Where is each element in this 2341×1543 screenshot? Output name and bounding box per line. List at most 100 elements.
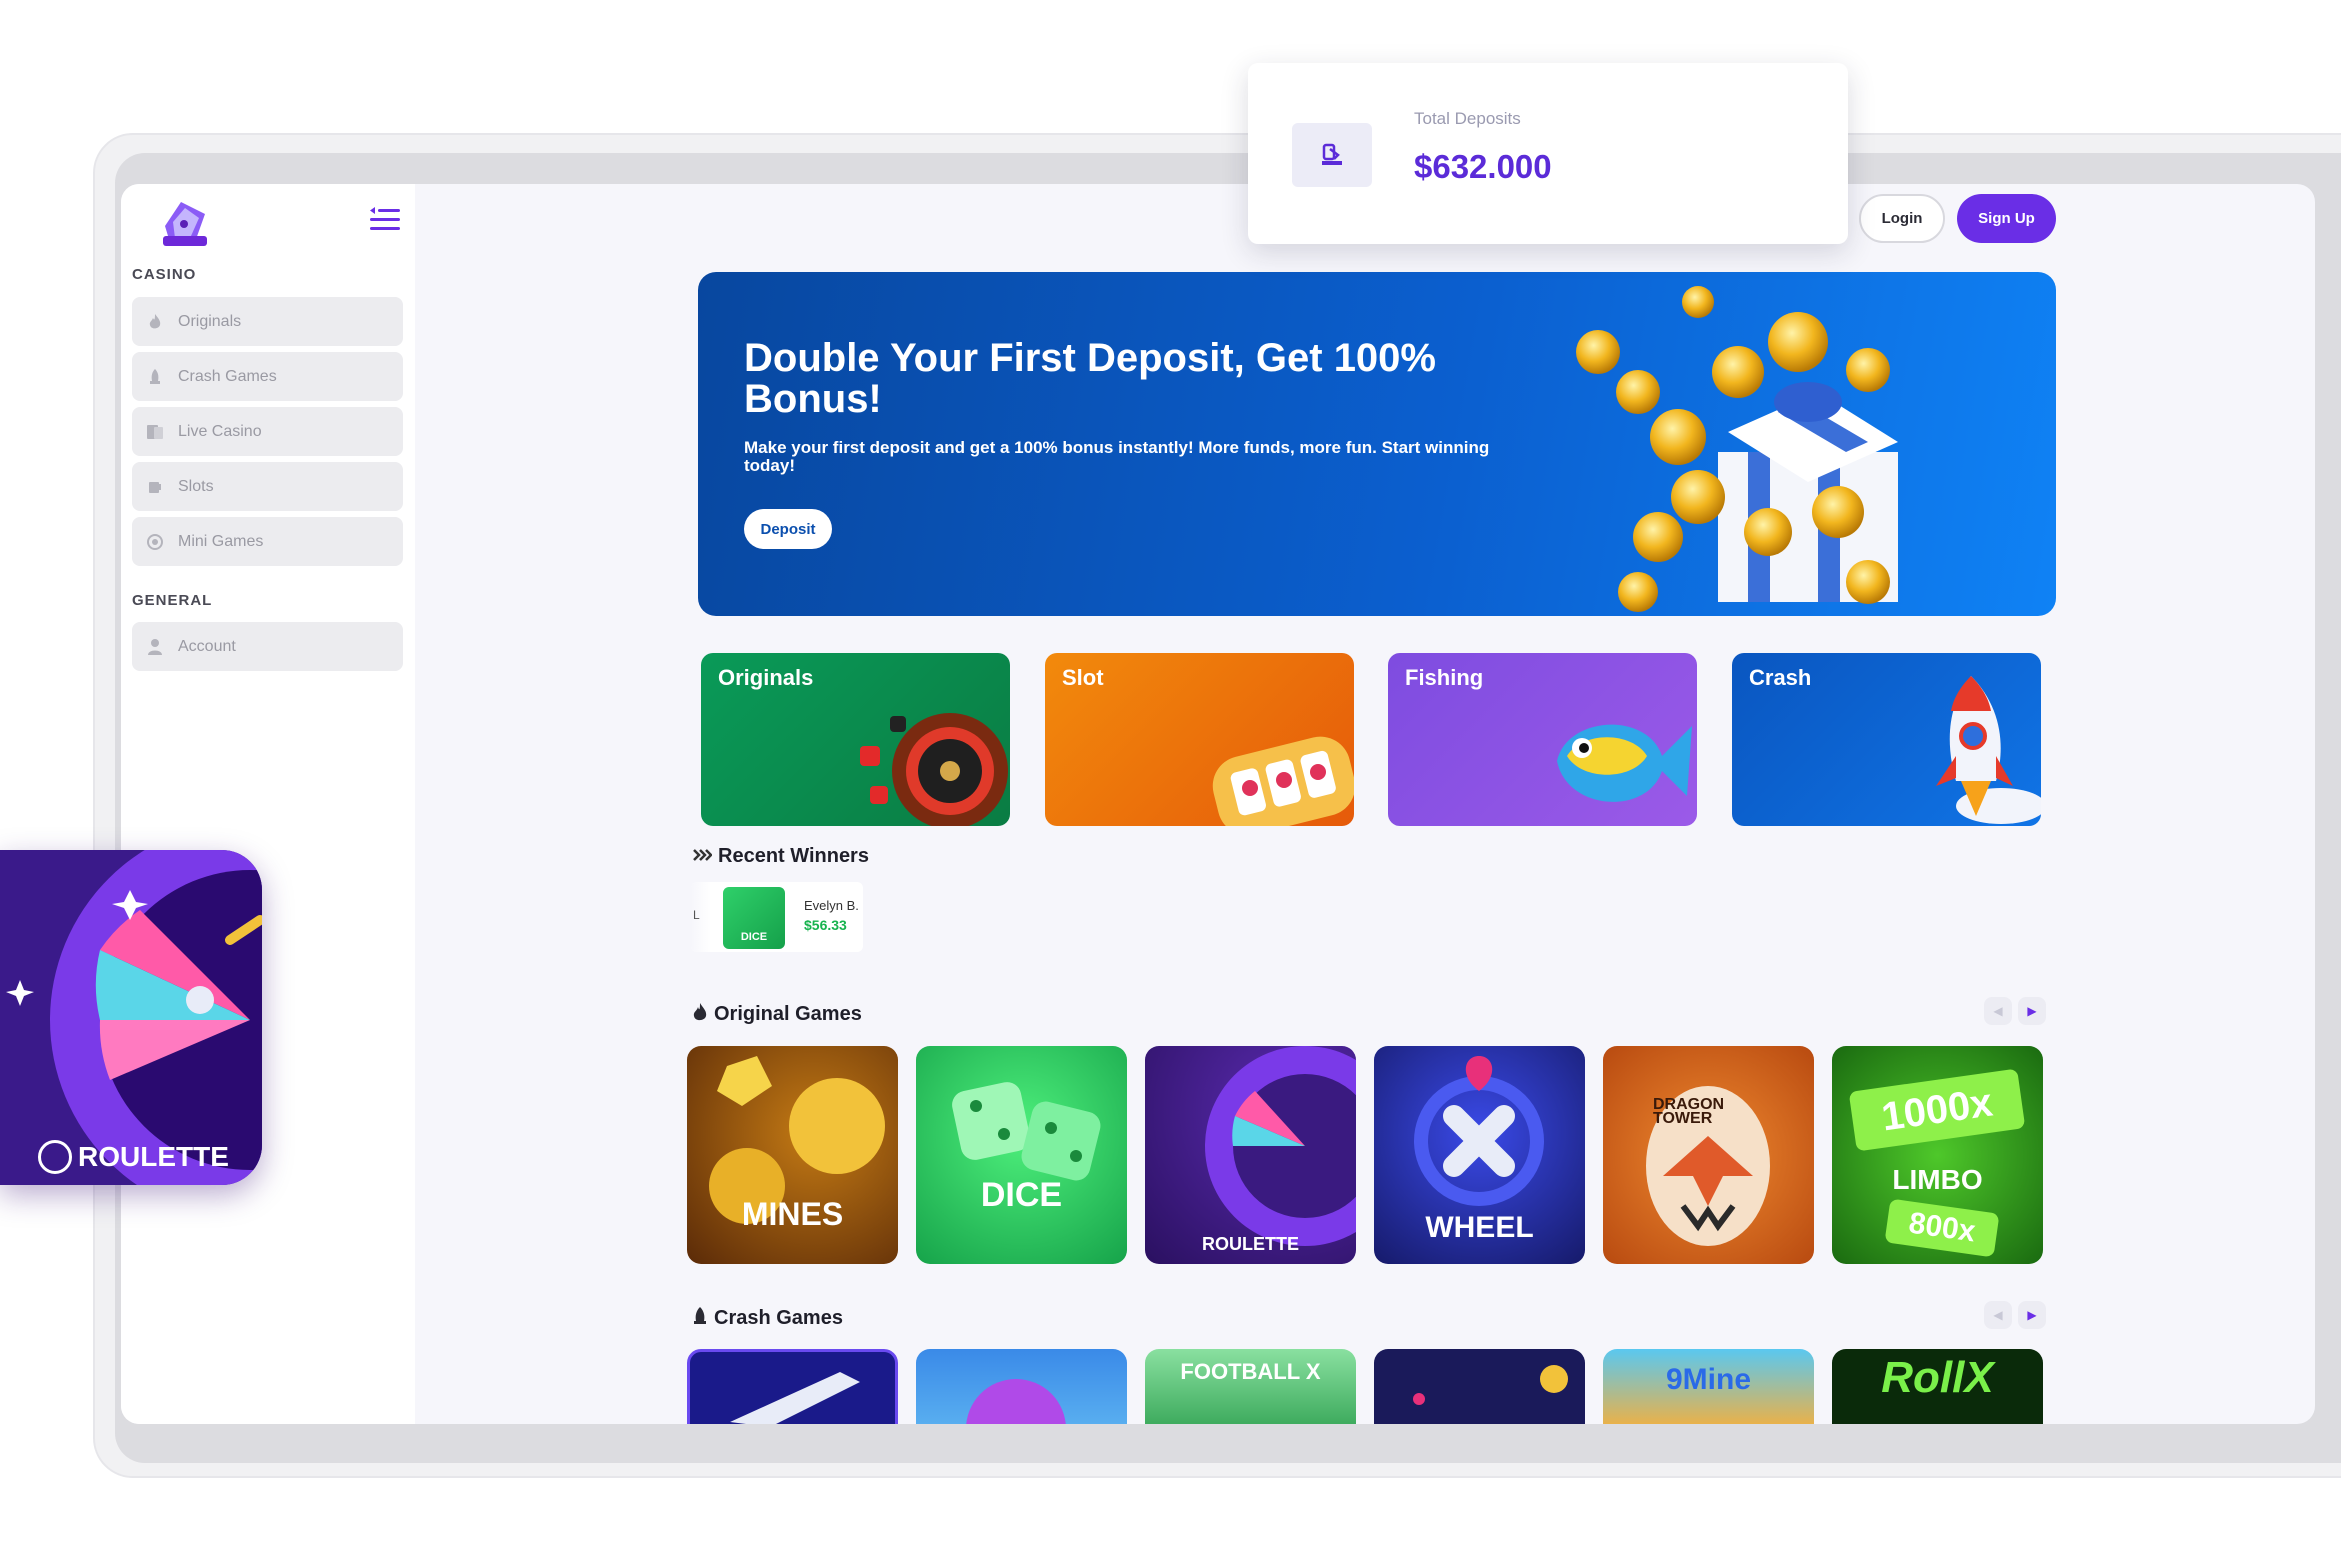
tile-label: 9Mine	[1665, 1363, 1752, 1396]
section-heading-casino: CASINO	[132, 266, 197, 283]
total-deposits-value: $632.000	[1414, 148, 1552, 185]
winner-game-thumb: DICE	[723, 887, 785, 949]
category-label: Slot	[1062, 665, 1104, 690]
sidebar-item-label: Mini Games	[178, 532, 264, 550]
game-tile-limbo[interactable]: 1000x LIMBO 800x	[1832, 1046, 2043, 1264]
crash-games-title: Crash Games	[692, 1306, 843, 1331]
flame-icon	[692, 1002, 708, 1027]
roulette-icon	[860, 713, 1008, 826]
globe-icon	[146, 533, 164, 551]
original-games-title: Original Games	[692, 1002, 862, 1027]
game-tile-dragon-tower[interactable]: DRAGON TOWER	[1603, 1046, 1814, 1264]
rocket-illustration	[1936, 676, 2041, 824]
app-screen: CASINO Originals Crash Games Live Casino	[121, 184, 2315, 1424]
crash-tile-4[interactable]	[1374, 1349, 1585, 1424]
total-deposits-label: Total Deposits	[1414, 109, 1521, 128]
tile-label: RollX	[1881, 1353, 1994, 1402]
crash-tile-2[interactable]	[916, 1349, 1127, 1424]
game-tile-wheel[interactable]: WHEEL	[1374, 1046, 1585, 1264]
winner-prev-fragment: L	[693, 908, 700, 922]
chip-icon	[38, 1140, 72, 1174]
roulette-wheel-art	[1205, 1046, 1356, 1246]
rocket-icon	[692, 1306, 708, 1331]
slot-icon	[146, 478, 164, 496]
original-next-button[interactable]: ▶	[2018, 997, 2046, 1025]
original-prev-button[interactable]: ◀	[1984, 997, 2012, 1025]
sidebar-item-label: Crash Games	[178, 367, 277, 385]
app-icon-label-group: ROULETTE	[38, 1140, 229, 1174]
tile-label: MINES	[741, 1196, 844, 1232]
tile-label: LIMBO	[1892, 1164, 1983, 1195]
crash-tile-rollx[interactable]: RollX	[1832, 1349, 2043, 1424]
section-title-text: Recent Winners	[718, 845, 869, 867]
crash-next-button[interactable]: ▶	[2018, 1301, 2046, 1329]
sidebar-item-label: Account	[178, 637, 236, 655]
banner-subtitle: Make your first deposit and get a 100% b…	[744, 438, 1490, 475]
sidebar-item-mini-games[interactable]: Mini Games	[132, 517, 403, 566]
game-tile-dice[interactable]: DICE	[916, 1046, 1127, 1264]
category-card-fishing[interactable]: Fishing	[1388, 653, 1697, 826]
signup-button[interactable]: Sign Up	[1957, 194, 2056, 243]
category-label: Crash	[1749, 665, 1812, 690]
sidebar-item-crash-games[interactable]: Crash Games	[132, 352, 403, 401]
tile-label: DICE	[980, 1176, 1063, 1214]
section-title-text: Original Games	[714, 1003, 862, 1025]
gift-coins-illustration	[1576, 286, 1898, 612]
winner-card[interactable]: L DICE Evelyn B. $56.33	[691, 882, 863, 952]
tile-label: FOOTBALL X	[1180, 1359, 1321, 1384]
sidebar-item-account[interactable]: Account	[132, 622, 403, 671]
category-card-crash[interactable]: Crash	[1732, 653, 2041, 826]
sidebar-item-label: Originals	[178, 312, 242, 330]
tile-label: WHEEL	[1425, 1211, 1534, 1244]
roulette-app-icon[interactable]: ROULETTE	[0, 850, 262, 1185]
category-label: Fishing	[1405, 665, 1484, 690]
slot-machine-icon	[1212, 736, 1354, 826]
limbo-top-multiplier: 1000x	[1848, 1068, 2026, 1152]
stage: CASINO Originals Crash Games Live Casino	[0, 0, 2341, 1543]
promo-banner: Double Your First Deposit, Get 100% Bonu…	[698, 272, 2056, 616]
user-icon	[146, 638, 164, 656]
category-card-originals[interactable]: Originals	[701, 653, 1010, 826]
game-tile-roulette[interactable]: ROULETTE	[1145, 1046, 1356, 1264]
rocket-icon	[146, 368, 164, 386]
winner-name: Evelyn B.	[804, 898, 859, 913]
section-heading-general: GENERAL	[132, 592, 213, 609]
crash-tile-9mine[interactable]: 9Mine	[1603, 1349, 1814, 1424]
coin-art	[1413, 1365, 1568, 1405]
sidebar-item-label: Live Casino	[178, 422, 262, 440]
tile-label: DRAGON TOWER	[1653, 1096, 1725, 1127]
limbo-bottom-multiplier: 800x	[1884, 1198, 2000, 1258]
sidebar: CASINO Originals Crash Games Live Casino	[121, 184, 415, 1424]
roulette-wheel-art	[0, 850, 262, 1185]
menu-collapse-icon[interactable]	[370, 206, 400, 234]
total-deposits-card: Total Deposits $632.000	[1248, 63, 1848, 244]
jet-art	[730, 1372, 860, 1424]
winners-stream-icon	[692, 846, 713, 867]
recent-winners-title: Recent Winners	[692, 845, 869, 868]
dragon-egg-art	[1646, 1086, 1770, 1246]
game-tile-mines[interactable]: MINES	[687, 1046, 898, 1264]
banner-title: Double Your First Deposit, Get 100% Bonu…	[744, 336, 1436, 421]
deposit-icon	[1292, 123, 1372, 187]
dice-art	[952, 1082, 1101, 1181]
category-card-slot[interactable]: Slot	[1045, 653, 1354, 826]
deposit-button[interactable]: Deposit	[744, 509, 832, 549]
winner-amount: $56.33	[804, 917, 847, 933]
sidebar-item-label: Slots	[178, 477, 214, 495]
crash-tile-1[interactable]	[687, 1349, 898, 1424]
category-label: Originals	[718, 665, 814, 690]
balloon-art	[966, 1379, 1066, 1424]
cards-icon	[146, 423, 164, 441]
sidebar-item-originals[interactable]: Originals	[132, 297, 403, 346]
app-icon-label: ROULETTE	[78, 1141, 229, 1172]
flame-icon	[146, 313, 164, 331]
sidebar-item-live-casino[interactable]: Live Casino	[132, 407, 403, 456]
login-button[interactable]: Login	[1859, 194, 1945, 243]
casino-logo[interactable]	[155, 196, 213, 254]
section-title-text: Crash Games	[714, 1307, 843, 1329]
sidebar-item-slots[interactable]: Slots	[132, 462, 403, 511]
tile-label: ROULETTE	[1202, 1234, 1299, 1254]
fish-icon	[1557, 724, 1692, 802]
crash-tile-football-x[interactable]: FOOTBALL X	[1145, 1349, 1356, 1424]
crash-prev-button[interactable]: ◀	[1984, 1301, 2012, 1329]
